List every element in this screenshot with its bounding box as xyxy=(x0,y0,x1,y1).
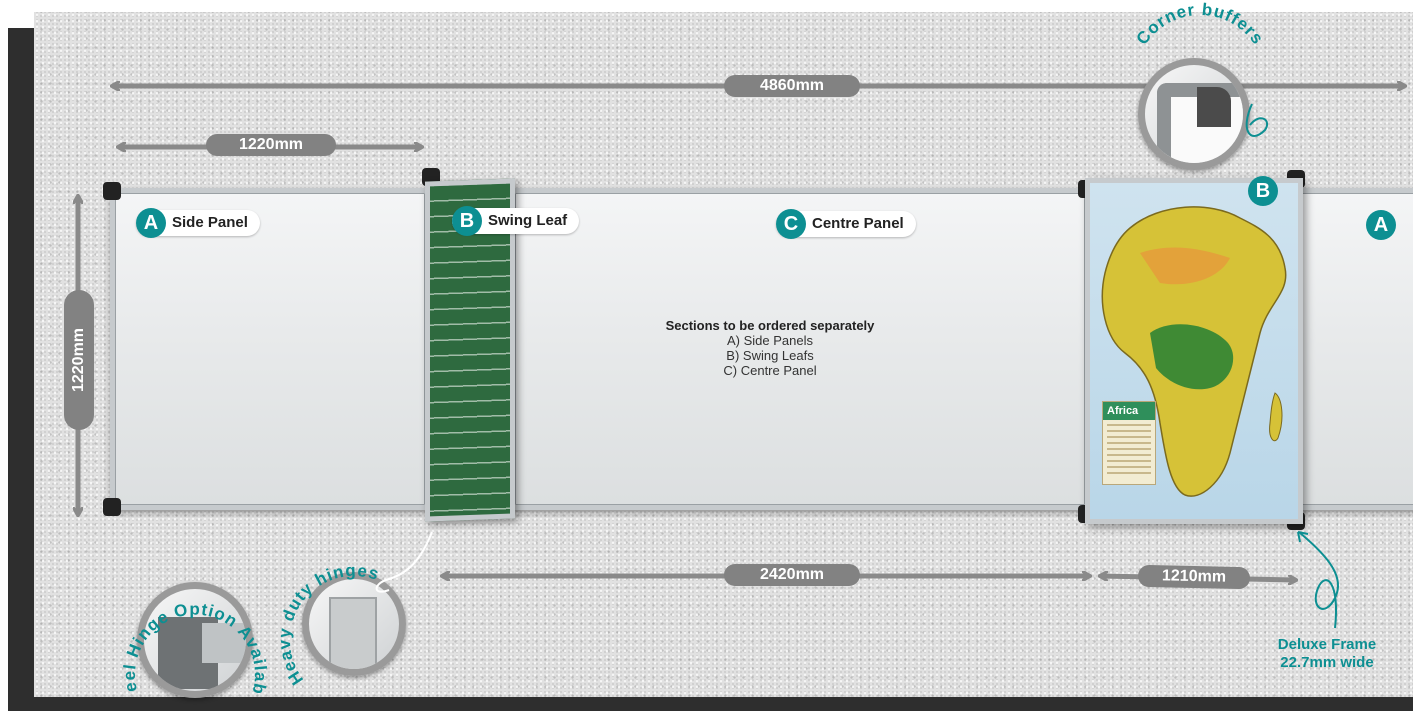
letter-badge-c: C xyxy=(776,209,806,239)
total-width-label: 4860mm xyxy=(724,75,860,97)
ordering-info-line: C) Centre Panel xyxy=(723,363,817,378)
heavy-hinges-text: Heavy duty hinges xyxy=(275,561,381,689)
letter-badge-b-right: B xyxy=(1248,176,1278,206)
ordering-info-line: B) Swing Leafs xyxy=(726,348,814,363)
heavy-hinges-callout: Heavy duty hinges xyxy=(275,531,433,689)
corner-buffers-callout: Corner buffers xyxy=(1132,0,1269,137)
corner-buffers-text: Corner buffers xyxy=(1132,0,1266,48)
side-panel-right xyxy=(1292,188,1413,510)
letter-badge-a: A xyxy=(136,208,166,238)
ordering-info-heading: Sections to be ordered separately xyxy=(665,318,875,333)
svg-text:Corner buffers: Corner buffers xyxy=(1132,0,1267,48)
map-title: Africa xyxy=(1103,402,1155,420)
deluxe-frame-arrow xyxy=(1297,531,1340,629)
centre-panel-label: Centre Panel xyxy=(812,215,904,232)
deluxe-frame-callout: Deluxe Frame 22.7mm wide xyxy=(1262,636,1392,672)
ordering-info-line: A) Side Panels xyxy=(727,333,813,348)
deluxe-frame-line1: Deluxe Frame xyxy=(1277,636,1377,653)
letter-badge-b: B xyxy=(452,206,482,236)
height-label-text: 1220mm xyxy=(70,327,87,393)
map-legend: Africa xyxy=(1102,401,1156,485)
side-panel-label: Side Panel xyxy=(172,214,248,231)
centre-width-label: 2420mm xyxy=(724,564,860,586)
centre-panel-tag: C Centre Panel xyxy=(776,209,916,239)
swing-leaf-label: Swing Leaf xyxy=(488,212,568,229)
steel-hinge-text: Steel Hinge Option Available xyxy=(89,525,269,697)
swing-width-label: 1210mm xyxy=(1137,564,1251,590)
deluxe-frame-line2: 22.7mm wide xyxy=(1280,654,1374,671)
map-legend-lines xyxy=(1107,424,1151,478)
side-panel-left xyxy=(110,188,430,510)
corner-buffer xyxy=(103,498,121,516)
svg-text:Steel Hinge Option Available: Steel Hinge Option Available xyxy=(89,525,270,697)
swing-leaf-tag: B Swing Leaf xyxy=(452,206,580,236)
swing-leaf-map: Africa xyxy=(1085,178,1303,524)
svg-text:Heavy duty hinges: Heavy duty hinges xyxy=(275,561,382,689)
side-panel-tag: A Side Panel xyxy=(136,208,260,238)
letter-badge-a-right: A xyxy=(1366,210,1396,240)
ordering-info: Sections to be ordered separately A) Sid… xyxy=(620,318,920,378)
corner-buffer xyxy=(103,182,121,200)
height-label: 1220mm xyxy=(64,290,94,430)
side-width-label: 1220mm xyxy=(206,134,336,156)
